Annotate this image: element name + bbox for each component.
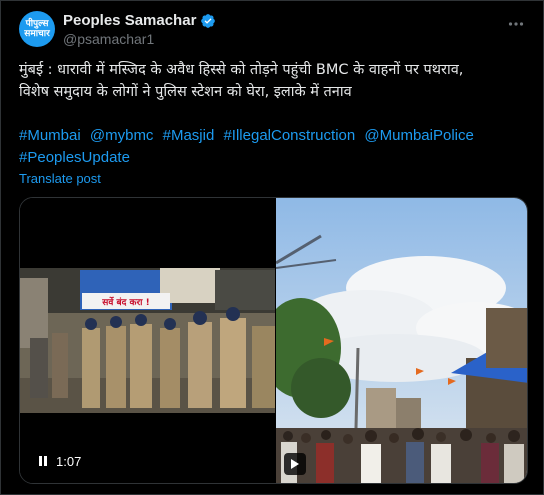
hashtag-link[interactable]: #Masjid — [163, 127, 215, 144]
media-grid: सर्वे बंद करा ! 1:07 — [19, 197, 528, 484]
mention-link[interactable]: @MumbaiPolice — [364, 127, 473, 144]
banner-text: सर्वे बंद करा ! — [102, 297, 150, 308]
post-text-line: विशेष समुदाय के लोगों ने पुलिस स्टेशन को… — [19, 84, 352, 100]
protest-banner: सर्वे बंद करा ! — [82, 293, 170, 309]
post-text-line: मुंबई : धारावी में मस्जिद के अवैध हिस्से… — [19, 62, 464, 78]
video-thumbnail[interactable] — [261, 198, 527, 483]
video-frame-image — [261, 198, 527, 483]
hashtag-link[interactable]: #IllegalConstruction — [223, 127, 355, 144]
post-card[interactable]: पीपुल्स समाचार Peoples Samachar @psamacha… — [0, 0, 544, 495]
video-controls[interactable]: 1:07 — [30, 449, 90, 473]
video-duration: 1:07 — [56, 453, 82, 469]
more-options-icon[interactable] — [507, 15, 525, 33]
translate-post-link[interactable]: Translate post — [19, 171, 101, 186]
account-handle[interactable]: @psamachar1 — [63, 31, 154, 47]
account-name[interactable]: Peoples Samachar — [63, 12, 196, 29]
pause-icon[interactable] — [38, 455, 48, 467]
avatar[interactable]: पीपुल्स समाचार — [19, 11, 55, 47]
mention-link[interactable]: @mybmc — [90, 127, 154, 144]
hashtag-link[interactable]: #Mumbai — [19, 127, 81, 144]
hashtag-list: #Mumbai @mybmc #Masjid #IllegalConstruct… — [19, 125, 531, 169]
avatar-logo-text: पीपुल्स समाचार — [24, 19, 50, 39]
video-thumbnail[interactable]: सर्वे बंद करा ! 1:07 — [20, 198, 275, 483]
play-icon — [291, 459, 299, 469]
post-header: पीपुल्स समाचार Peoples Samachar @psamacha… — [19, 9, 531, 49]
verified-badge-icon — [201, 13, 216, 28]
play-button[interactable] — [284, 453, 306, 475]
post-text: मुंबई : धारावी में मस्जिद के अवैध हिस्से… — [19, 59, 531, 103]
name-row: Peoples Samachar — [63, 12, 216, 29]
hashtag-link[interactable]: #PeoplesUpdate — [19, 149, 130, 166]
video-frame-image — [20, 198, 275, 483]
